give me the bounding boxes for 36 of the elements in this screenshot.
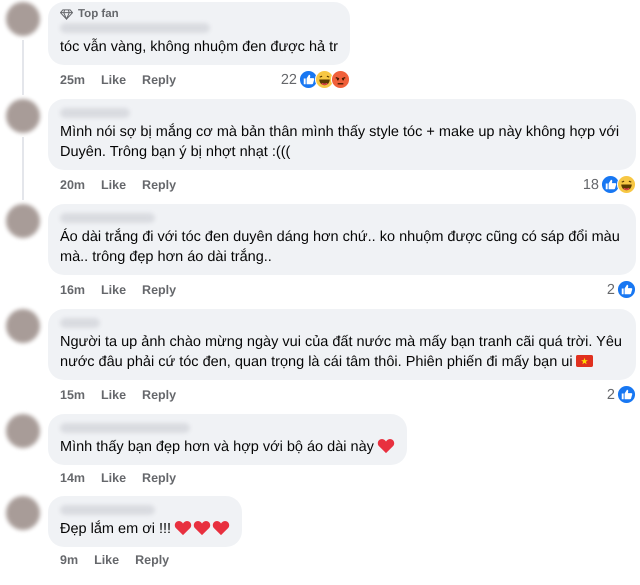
reply-link[interactable]: Reply [135, 552, 170, 568]
like-link[interactable]: Like [94, 552, 120, 568]
comment-time: 25m [60, 72, 86, 88]
reaction-count[interactable]: 18 [582, 176, 599, 192]
comment-text: Mình nói sợ bị mắng cơ mà bản thân mình thấy style tóc + make up này không hợp với Duyên. Trông bạn ý bị nhợt nhạt :((( [60, 124, 620, 160]
like-link[interactable]: Like [101, 176, 126, 192]
avatar-placeholder[interactable] [6, 2, 40, 36]
reaction-count[interactable]: 22 [280, 72, 297, 88]
comment-text: Áo dài trắng đi với tóc đen duyên dáng hơn chứ.. ko nhuộm được cũng có sáp đổi màu mà.. trông đẹp hơn áo dài trắng.. [60, 229, 620, 265]
comment-time: 14m [60, 470, 86, 486]
reply-link[interactable]: Reply [142, 386, 176, 402]
reply-link[interactable]: Reply [142, 72, 176, 88]
like-link[interactable]: Like [101, 386, 126, 402]
avatar-placeholder[interactable] [6, 204, 40, 238]
comment-text: tóc vẫn vàng, không nhuộm đen được hả tr [60, 39, 338, 55]
reply-link[interactable]: Reply [142, 282, 176, 298]
comment-text: Mình thấy bạn đẹp hơn và hợp với bộ áo dài này [60, 439, 374, 455]
comment-time: 16m [60, 282, 86, 298]
comment-text: Đẹp lắm em ơi !!! [60, 521, 172, 537]
comment-time: 20m [60, 176, 86, 192]
top-fan-label: Top fan [78, 8, 119, 20]
avatar-placeholder[interactable] [6, 309, 40, 343]
avatar-placeholder[interactable] [6, 99, 40, 133]
avatar-placeholder[interactable] [6, 414, 40, 448]
comment-text: Người ta up ảnh chào mừng ngày vui của đất nước mà mấy bạn tranh cãi quá trời. Yêu nước đâu phải cứ tóc đen, quan trọng là cái tâm thôi. Phiên phiến đi mấy bạn ui [60, 334, 622, 370]
like-link[interactable]: Like [101, 470, 126, 486]
comment-time: 15m [60, 386, 86, 402]
reply-link[interactable]: Reply [142, 176, 176, 192]
reaction-count[interactable]: 2 [606, 282, 615, 298]
avatar-placeholder[interactable] [6, 496, 40, 530]
comment-time: 9m [60, 552, 78, 568]
reply-link[interactable]: Reply [142, 470, 176, 486]
like-link[interactable]: Like [101, 282, 126, 298]
like-link[interactable]: Like [101, 72, 126, 88]
reaction-count[interactable]: 2 [606, 386, 615, 402]
diamond-icon [60, 8, 73, 20]
